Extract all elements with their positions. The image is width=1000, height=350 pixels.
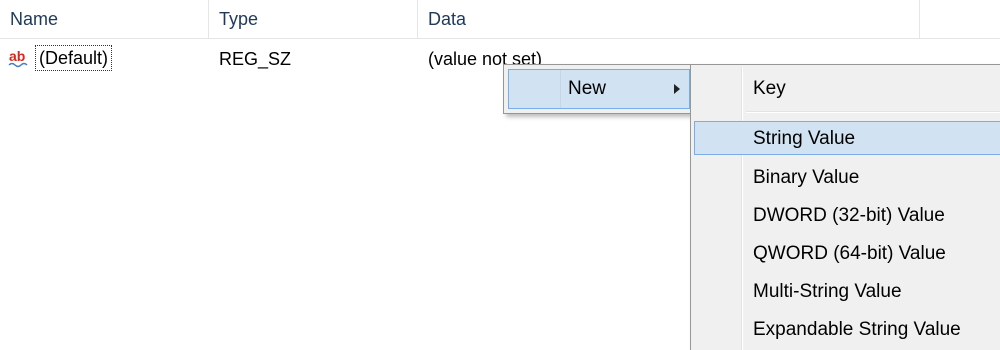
row-name-label: (Default) bbox=[35, 45, 113, 72]
submenu-item-label: Binary Value bbox=[753, 167, 860, 188]
submenu-item-binary-value[interactable]: Binary Value bbox=[694, 160, 1000, 194]
column-header-data[interactable]: Data bbox=[417, 0, 919, 38]
string-value-ab-icon: ab bbox=[8, 47, 34, 69]
column-header-bar: Name Type Data bbox=[0, 0, 1000, 39]
row-type-cell: REG_SZ bbox=[219, 49, 292, 69]
submenu-item-label: Multi-String Value bbox=[753, 281, 902, 302]
row-name-cell[interactable]: ab (Default) bbox=[8, 42, 113, 76]
menu-item-label: New bbox=[568, 78, 607, 99]
registry-editor-values-pane: Name Type Data ab (Default) REG_SZ (valu… bbox=[0, 0, 1000, 350]
context-menu: New bbox=[503, 64, 695, 114]
submenu-item-string-value[interactable]: String Value bbox=[694, 121, 1000, 155]
submenu-item-multi-string-value[interactable]: Multi-String Value bbox=[694, 274, 1000, 308]
new-submenu: Key String Value Binary Value DWORD (32-… bbox=[690, 64, 1000, 350]
column-header-filler bbox=[919, 0, 1000, 38]
column-header-name[interactable]: Name bbox=[0, 0, 208, 38]
menu-separator bbox=[746, 111, 1000, 113]
submenu-item-label: DWORD (32-bit) Value bbox=[753, 205, 945, 226]
submenu-item-label: QWORD (64-bit) Value bbox=[753, 243, 946, 264]
submenu-item-expandable-string-value[interactable]: Expandable String Value bbox=[694, 312, 1000, 346]
submenu-item-label: Expandable String Value bbox=[753, 319, 961, 340]
submenu-arrow-icon bbox=[674, 84, 680, 94]
menu-gutter-divider bbox=[560, 70, 561, 108]
submenu-item-label: String Value bbox=[753, 128, 856, 149]
context-menu-item-new[interactable]: New bbox=[508, 69, 690, 109]
submenu-item-key[interactable]: Key bbox=[694, 71, 1000, 105]
column-header-type[interactable]: Type bbox=[208, 0, 417, 38]
submenu-item-qword-value[interactable]: QWORD (64-bit) Value bbox=[694, 236, 1000, 270]
submenu-item-dword-value[interactable]: DWORD (32-bit) Value bbox=[694, 198, 1000, 232]
submenu-item-label: Key bbox=[753, 78, 786, 99]
svg-text:ab: ab bbox=[9, 48, 25, 64]
